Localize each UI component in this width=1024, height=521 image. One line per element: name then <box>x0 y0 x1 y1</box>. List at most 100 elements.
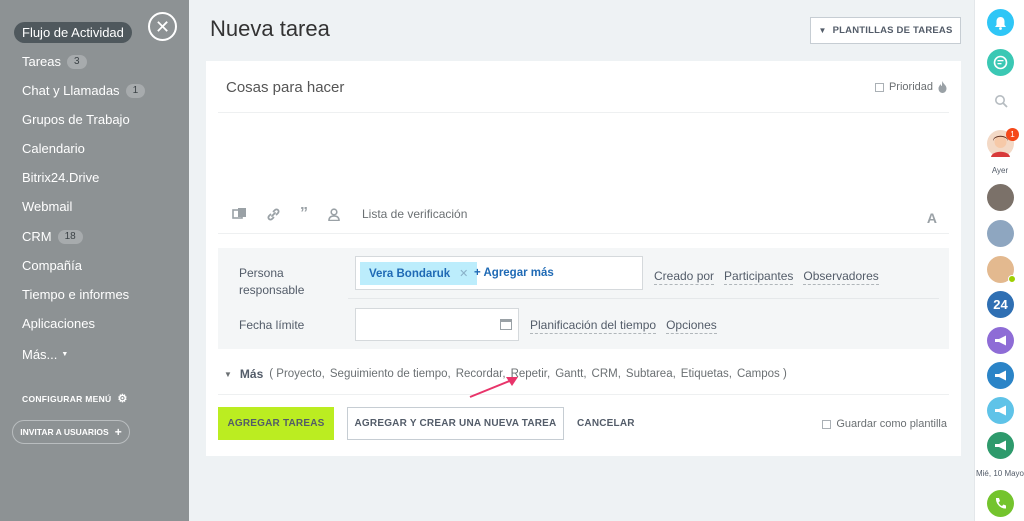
link-icon[interactable] <box>267 208 280 221</box>
counter-badge: 3 <box>67 54 87 69</box>
sidebar-item-time-reports[interactable]: Tiempo e informes <box>22 287 129 302</box>
responsible-label-line2: responsable <box>239 283 305 297</box>
responsible-person-label: Persona responsable <box>239 265 304 299</box>
megaphone-icon[interactable] <box>987 397 1014 424</box>
sidebar-item-label: CRM <box>22 229 52 244</box>
role-links: Creado por Participantes Observadores <box>654 269 879 285</box>
sidebar-item-drive[interactable]: Bitrix24.Drive <box>22 170 99 185</box>
priority-toggle[interactable]: Prioridad <box>874 81 947 93</box>
phone-icon[interactable] <box>987 490 1014 517</box>
time-planning-link[interactable]: Planificación del tiempo <box>530 318 657 334</box>
user-chip[interactable]: Vera Bondaruk ✕ <box>360 262 478 285</box>
more-option-fields[interactable]: Campos ) <box>737 368 787 380</box>
remove-user-icon[interactable]: ✕ <box>459 267 468 280</box>
sidebar-item-label: Bitrix24.Drive <box>22 170 100 185</box>
divider <box>218 233 949 234</box>
cancel-button[interactable]: CANCELAR <box>577 418 635 429</box>
sidebar-item-tasks[interactable]: Tareas 3 <box>22 54 87 69</box>
annotation-arrow-icon <box>469 377 518 398</box>
quote-icon[interactable]: ” <box>300 206 308 222</box>
online-status-icon <box>1008 275 1016 283</box>
bitrix24-chat-icon[interactable]: 24 <box>987 291 1014 318</box>
sidebar-item-applications[interactable]: Aplicaciones <box>22 316 95 331</box>
sidebar-item-label: Más... <box>22 347 58 362</box>
more-option-subtask[interactable]: Subtarea, <box>626 368 676 380</box>
sidebar-item-company[interactable]: Compañía <box>22 258 82 273</box>
divider <box>218 112 949 113</box>
add-more-link[interactable]: + Agregar más <box>474 267 554 279</box>
text-format-icon[interactable]: A <box>927 210 937 226</box>
sidebar-item-webmail[interactable]: Webmail <box>22 199 72 214</box>
sidebar-item-label: Tareas <box>22 54 62 69</box>
search-icon[interactable] <box>987 87 1014 114</box>
more-option-crm[interactable]: CRM, <box>592 368 621 380</box>
notification-badge: 1 <box>1006 128 1019 141</box>
fire-icon <box>938 81 947 93</box>
divider <box>348 298 939 299</box>
right-bar: 1 Ayer 24 Mié, 10 Mayo <box>974 0 1024 521</box>
deadline-input[interactable] <box>355 308 519 341</box>
chevron-down-icon[interactable]: ▼ <box>224 370 232 379</box>
avatar[interactable] <box>987 184 1014 211</box>
sidebar-item-label: Tiempo e informes <box>22 287 130 302</box>
sidebar-item-calendar[interactable]: Calendario <box>22 141 85 156</box>
notifications-bell-icon[interactable] <box>987 9 1014 36</box>
task-title-input[interactable]: Cosas para hacer <box>226 79 344 96</box>
sidebar-item-crm[interactable]: CRM 18 <box>22 229 83 244</box>
more-option-tags[interactable]: Etiquetas, <box>681 368 732 380</box>
task-templates-button[interactable]: ▼ PLANTILLAS DE TAREAS <box>810 17 961 44</box>
add-task-button[interactable]: AGREGAR TAREAS <box>218 407 334 440</box>
divider <box>218 394 949 395</box>
created-by-link[interactable]: Creado por <box>654 269 715 285</box>
task-fields-panel: Persona responsable Vera Bondaruk ✕ + Ag… <box>218 248 949 349</box>
sidebar-item-label: Flujo de Actividad <box>22 25 124 40</box>
participants-link[interactable]: Participantes <box>724 269 794 285</box>
priority-label: Prioridad <box>888 81 933 93</box>
calendar-icon[interactable] <box>500 319 512 330</box>
checklist-button[interactable]: Lista de verificación <box>362 207 467 221</box>
messenger-icon[interactable] <box>987 49 1014 76</box>
user-chip-name: Vera Bondaruk <box>369 267 451 280</box>
counter-badge: 1 <box>125 83 146 98</box>
more-toggle[interactable]: Más <box>240 367 263 381</box>
task-templates-label: PLANTILLAS DE TAREAS <box>832 25 953 36</box>
sidebar-item-more[interactable]: Más... ▼ <box>22 347 68 362</box>
chevron-down-icon: ▼ <box>818 26 827 35</box>
save-as-template-toggle[interactable]: Guardar como plantilla <box>822 418 947 430</box>
sidebar-item-chat[interactable]: Chat y Llamadas 1 <box>22 83 146 98</box>
more-option-gantt[interactable]: Gantt, <box>555 368 586 380</box>
invite-users-label: INVITAR A USUARIOS <box>20 427 109 437</box>
page-title: Nueva tarea <box>210 16 330 41</box>
counter-badge: 18 <box>57 229 83 244</box>
configure-menu-label: CONFIGURAR MENÚ <box>22 393 112 404</box>
megaphone-icon[interactable] <box>987 327 1014 354</box>
bitrix24-label: 24 <box>993 297 1008 312</box>
megaphone-icon[interactable] <box>987 432 1014 459</box>
task-form: Cosas para hacer Prioridad ” Lista de ve… <box>206 61 961 456</box>
mention-user-icon[interactable] <box>328 207 340 221</box>
sidebar-item-label: Chat y Llamadas <box>22 83 120 98</box>
more-option-time-tracking[interactable]: Seguimiento de tiempo, <box>330 368 451 380</box>
sidebar-item-workgroups[interactable]: Grupos de Trabajo <box>22 112 130 127</box>
attach-file-icon[interactable] <box>232 208 247 220</box>
megaphone-icon[interactable] <box>987 362 1014 389</box>
yesterday-label: Ayer <box>991 166 1009 175</box>
caret-down-icon: ▼ <box>61 351 69 358</box>
add-and-create-new-button[interactable]: AGREGAR Y CREAR UNA NUEVA TAREA <box>347 407 564 440</box>
avatar[interactable] <box>987 220 1014 247</box>
close-icon[interactable]: ✕ <box>148 12 177 41</box>
responsible-person-field[interactable]: Vera Bondaruk ✕ + Agregar más <box>355 256 643 290</box>
options-link[interactable]: Opciones <box>666 318 717 334</box>
responsible-label-line1: Persona <box>239 266 284 280</box>
priority-checkbox[interactable] <box>874 82 884 92</box>
sidebar-item-label: Calendario <box>22 141 85 156</box>
observers-link[interactable]: Observadores <box>803 269 879 285</box>
deadline-links: Planificación del tiempo Opciones <box>530 318 717 334</box>
plus-icon: + <box>114 425 122 439</box>
invite-users-button[interactable]: INVITAR A USUARIOS + <box>12 420 130 444</box>
save-template-checkbox[interactable] <box>822 419 832 429</box>
configure-menu-button[interactable]: CONFIGURAR MENÚ ⚙ <box>22 392 128 405</box>
sidebar-item-activity-stream[interactable]: Flujo de Actividad <box>14 22 132 43</box>
gear-icon: ⚙ <box>117 393 128 405</box>
more-option-project[interactable]: ( Proyecto, <box>269 368 325 380</box>
